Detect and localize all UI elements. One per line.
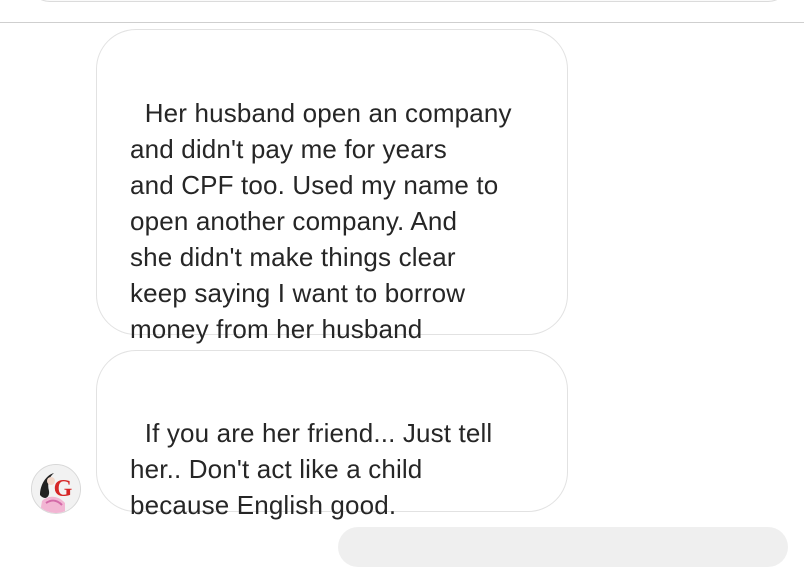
incoming-message-bubble[interactable]: If you are her friend... Just tell her..… bbox=[96, 350, 568, 520]
previous-message-bubble-edge[interactable] bbox=[28, 0, 790, 2]
incoming-message-bubble[interactable]: Her husband open an company and didn't p… bbox=[96, 29, 568, 344]
previous-message-strip bbox=[0, 0, 804, 23]
avatar-letter: G bbox=[54, 476, 73, 502]
message-text: Her husband open an company and didn't p… bbox=[130, 98, 512, 344]
outgoing-message-bubble-edge[interactable] bbox=[338, 527, 788, 567]
sender-avatar[interactable]: G bbox=[31, 464, 81, 514]
message-text: If you are her friend... Just tell her..… bbox=[130, 418, 493, 520]
profile-avatar-icon: G bbox=[32, 465, 80, 513]
